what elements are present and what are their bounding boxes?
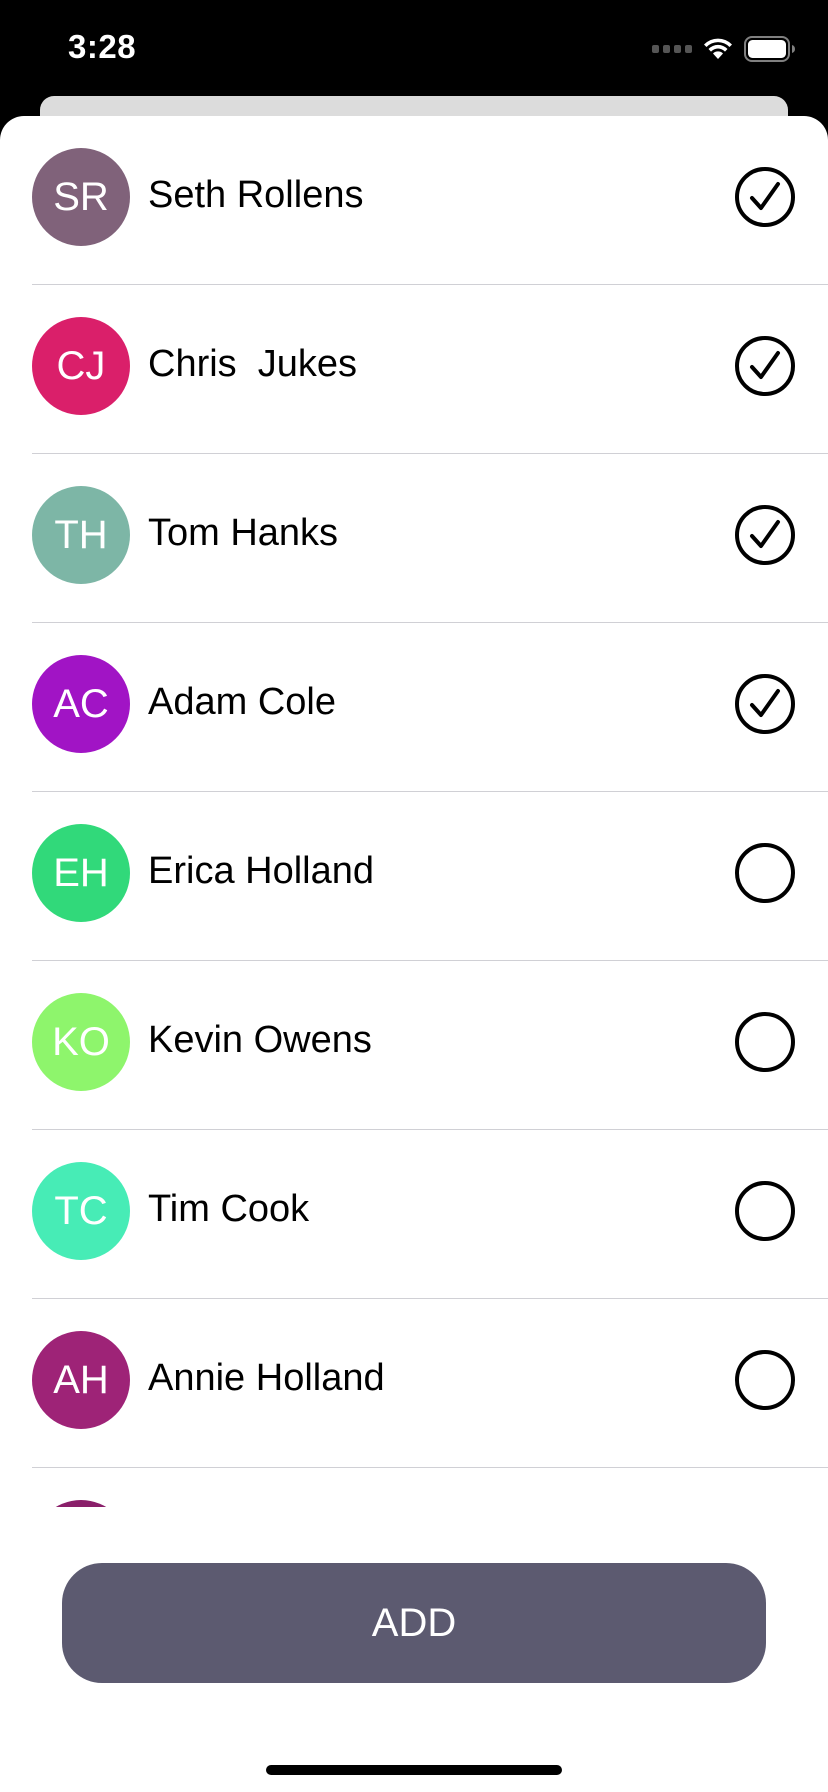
status-time: 3:28 [68,28,137,65]
contact-name: Seth Rollens [148,174,364,216]
contact-row[interactable]: KO Kevin Owens [0,961,828,1130]
checkmark-circle-icon[interactable] [734,166,796,228]
contact-name: Adam Cole [148,681,336,723]
contact-name: Annie Holland [148,1357,385,1399]
avatar: TC [32,1162,130,1260]
contact-row[interactable]: CJ Chris Jukes [0,285,828,454]
checkmark-circle-icon[interactable] [734,673,796,735]
empty-circle-icon[interactable] [734,1011,796,1073]
contact-row[interactable]: AH Annie Holland [0,1299,828,1468]
contact-name: Tom Hanks [148,512,339,554]
avatar: SR [32,148,130,246]
contact-row[interactable]: TH Tom Hanks [0,454,828,623]
checkmark-circle-icon[interactable] [734,504,796,566]
status-bar: 3:28 [0,0,828,96]
contact-name: Chris Jukes [148,343,358,385]
avatar: AH [32,1331,130,1429]
avatar: KO [32,993,130,1091]
contact-name: Kevin Owens [148,1019,372,1061]
empty-circle-icon[interactable] [734,1349,796,1411]
avatar [32,1500,130,1507]
screen: 3:28 SR Seth Rollens CJ Chris Jukes TH Tom Ha… [0,0,828,1792]
contact-picker-sheet: SR Seth Rollens CJ Chris Jukes TH Tom Hanks AC… [0,116,828,1792]
cellular-signal-icon [652,45,692,53]
home-indicator[interactable] [266,1765,562,1775]
contact-row[interactable] [0,1468,828,1507]
contact-row[interactable]: EH Erica Holland [0,792,828,961]
wifi-icon [704,38,732,59]
contact-row[interactable]: SR Seth Rollens [0,116,828,285]
empty-circle-icon[interactable] [734,842,796,904]
add-button[interactable]: ADD [62,1563,766,1683]
contact-list[interactable]: SR Seth Rollens CJ Chris Jukes TH Tom Hanks AC… [0,116,828,1507]
avatar: TH [32,486,130,584]
contact-row[interactable]: TC Tim Cook [0,1130,828,1299]
avatar: EH [32,824,130,922]
contact-row[interactable]: AC Adam Cole [0,623,828,792]
avatar: CJ [32,317,130,415]
avatar: AC [32,655,130,753]
empty-circle-icon[interactable] [734,1180,796,1242]
checkmark-circle-icon[interactable] [734,335,796,397]
status-icons [652,36,796,62]
contact-name: Tim Cook [148,1188,310,1230]
contact-name: Erica Holland [148,850,374,892]
battery-icon [744,36,795,62]
